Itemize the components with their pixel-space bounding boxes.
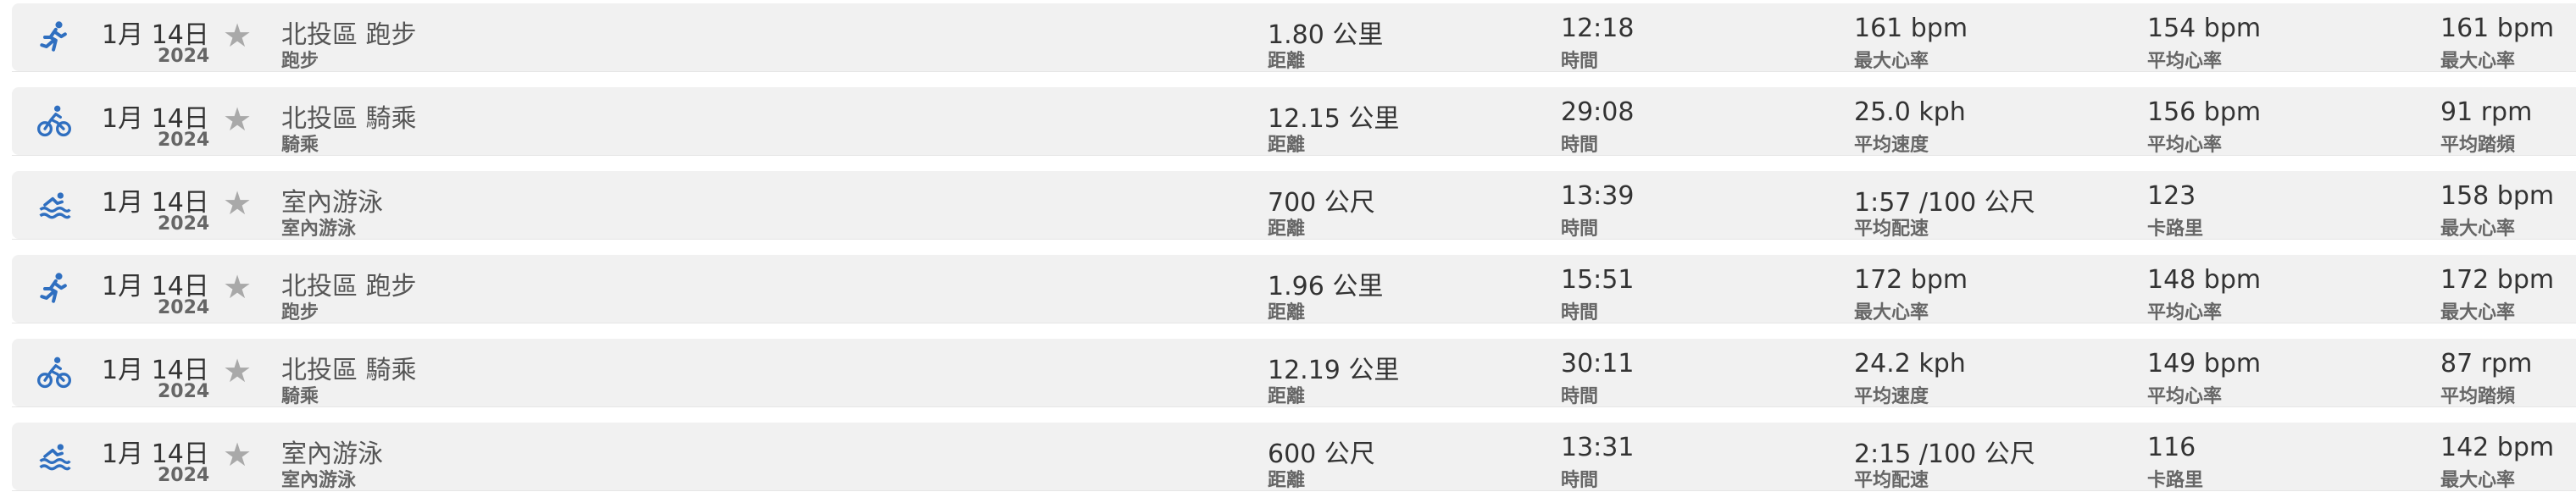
favorite-star-icon[interactable]: ★ [223, 438, 252, 472]
activity-type: 室內游泳 [281, 470, 357, 491]
stat-label-4: 平均心率 [2147, 135, 2223, 156]
activity-type: 騎乘 [281, 386, 319, 407]
activity-row[interactable]: 1月 14日 2024 ★ 室內游泳 室內游泳 700 公尺 距離 13:39 … [12, 171, 2576, 240]
activity-year: 2024 [158, 46, 210, 67]
stat-label-time: 時間 [1561, 135, 1599, 156]
running-icon [36, 270, 73, 307]
activity-row[interactable]: 1月 14日 2024 ★ 北投區 跑步 跑步 1.80 公里 距離 12:18… [12, 3, 2576, 72]
activity-row[interactable]: 1月 14日 2024 ★ 北投區 跑步 跑步 1.96 公里 距離 15:51… [12, 255, 2576, 323]
activity-type: 騎乘 [281, 135, 319, 156]
stat-label-5: 最大心率 [2440, 302, 2516, 323]
stat-label-5: 最大心率 [2440, 470, 2516, 491]
stat-value-3: 25.0 kph [1854, 97, 1966, 127]
activity-year: 2024 [158, 465, 210, 486]
swimming-icon [36, 438, 73, 475]
stat-value-4: 123 [2147, 181, 2196, 211]
stat-label-4: 平均心率 [2147, 386, 2223, 407]
stat-label-4: 平均心率 [2147, 51, 2223, 72]
activity-year: 2024 [158, 297, 210, 318]
stat-value-3: 161 bpm [1854, 14, 1968, 43]
stat-label-4: 卡路里 [2147, 470, 2204, 491]
favorite-star-icon[interactable]: ★ [223, 270, 252, 304]
stat-value-time: 15:51 [1561, 265, 1635, 295]
favorite-star-icon[interactable]: ★ [223, 354, 252, 388]
favorite-star-icon[interactable]: ★ [223, 19, 252, 53]
running-icon [36, 19, 73, 56]
favorite-star-icon[interactable]: ★ [223, 102, 252, 136]
stat-label-distance: 距離 [1268, 302, 1306, 323]
stat-value-time: 13:31 [1561, 433, 1635, 462]
stat-value-4: 154 bpm [2147, 14, 2262, 43]
stat-value-time: 30:11 [1561, 349, 1635, 379]
activity-row[interactable]: 1月 14日 2024 ★ 北投區 騎乘 騎乘 12.15 公里 距離 29:0… [12, 87, 2576, 156]
stat-value-4: 116 [2147, 433, 2196, 462]
stat-value-5: 142 bpm [2440, 433, 2555, 462]
stat-value-4: 156 bpm [2147, 97, 2262, 127]
activity-type: 跑步 [281, 302, 319, 323]
activity-year: 2024 [158, 381, 210, 402]
activity-row[interactable]: 1月 14日 2024 ★ 室內游泳 室內游泳 600 公尺 距離 13:31 … [12, 423, 2576, 491]
stat-label-3: 最大心率 [1854, 51, 1929, 72]
stat-label-time: 時間 [1561, 218, 1599, 240]
activity-year: 2024 [158, 130, 210, 151]
cycling-icon [36, 354, 73, 391]
activity-type: 室內游泳 [281, 218, 357, 240]
stat-value-time: 12:18 [1561, 14, 1635, 43]
stat-label-3: 平均速度 [1854, 135, 1929, 156]
stat-label-time: 時間 [1561, 386, 1599, 407]
activity-year: 2024 [158, 213, 210, 235]
stat-label-3: 最大心率 [1854, 302, 1929, 323]
favorite-star-icon[interactable]: ★ [223, 186, 252, 220]
stat-label-5: 最大心率 [2440, 51, 2516, 72]
stat-value-5: 158 bpm [2440, 181, 2555, 211]
stat-label-time: 時間 [1561, 302, 1599, 323]
stat-value-time: 13:39 [1561, 181, 1635, 211]
activity-list: 1月 14日 2024 ★ 北投區 跑步 跑步 1.80 公里 距離 12:18… [0, 0, 2576, 503]
stat-label-3: 平均速度 [1854, 386, 1929, 407]
stat-label-5: 平均踏頻 [2440, 135, 2516, 156]
swimming-icon [36, 186, 73, 224]
stat-value-3: 24.2 kph [1854, 349, 1966, 379]
stat-value-5: 172 bpm [2440, 265, 2555, 295]
activity-row[interactable]: 1月 14日 2024 ★ 北投區 騎乘 騎乘 12.19 公里 距離 30:1… [12, 339, 2576, 407]
stat-label-distance: 距離 [1268, 51, 1306, 72]
stat-value-3: 172 bpm [1854, 265, 1968, 295]
stat-label-3: 平均配速 [1854, 218, 1929, 240]
stat-label-5: 平均踏頻 [2440, 386, 2516, 407]
stat-value-4: 148 bpm [2147, 265, 2262, 295]
stat-label-distance: 距離 [1268, 218, 1306, 240]
stat-label-5: 最大心率 [2440, 218, 2516, 240]
stat-value-5: 87 rpm [2440, 349, 2533, 379]
stat-value-5: 91 rpm [2440, 97, 2533, 127]
stat-label-time: 時間 [1561, 470, 1599, 491]
stat-value-time: 29:08 [1561, 97, 1635, 127]
stat-label-3: 平均配速 [1854, 470, 1929, 491]
stat-label-4: 平均心率 [2147, 302, 2223, 323]
stat-value-4: 149 bpm [2147, 349, 2262, 379]
stat-label-time: 時間 [1561, 51, 1599, 72]
stat-label-distance: 距離 [1268, 470, 1306, 491]
stat-label-4: 卡路里 [2147, 218, 2204, 240]
stat-label-distance: 距離 [1268, 135, 1306, 156]
stat-value-5: 161 bpm [2440, 14, 2555, 43]
activity-type: 跑步 [281, 51, 319, 72]
stat-label-distance: 距離 [1268, 386, 1306, 407]
cycling-icon [36, 102, 73, 140]
